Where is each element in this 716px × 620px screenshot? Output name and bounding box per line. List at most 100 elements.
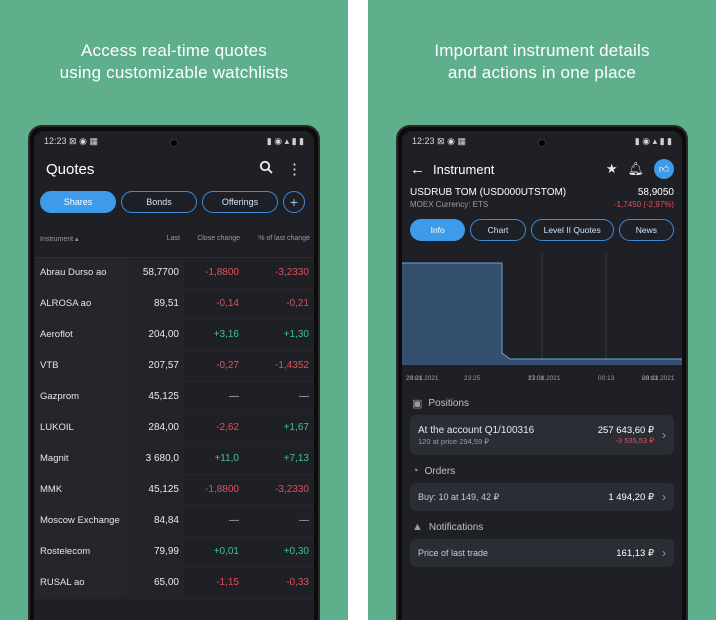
tab-level-ii-quotes[interactable]: Level II Quotes (530, 219, 614, 241)
row-pct-change: -1,4352 (244, 350, 314, 382)
left-promo-panel: Access real-time quotes using customizab… (0, 0, 348, 620)
more-vert-icon[interactable]: ⋮ (287, 160, 302, 178)
table-row[interactable]: Rostelecom 79,99 +0,01 +0,30 (34, 536, 314, 568)
left-headline-line1: Access real-time quotes (80, 41, 267, 60)
row-last: 65,00 (126, 567, 184, 599)
row-instrument: Abrau Durso ao (34, 257, 126, 289)
instrument-price: 58,9050 (637, 187, 674, 198)
left-headline-line2: using customizable watchlists (59, 63, 289, 82)
sort-arrow-icon: ▴ (75, 235, 79, 243)
table-row[interactable]: Gazprom 45,125 — — (34, 381, 314, 413)
left-headline: Access real-time quotes using customizab… (0, 40, 348, 84)
position-card[interactable]: At the account Q1/100316 120 at price 29… (410, 415, 674, 455)
tab-chart[interactable]: Chart (470, 219, 526, 241)
row-close-change: +3,16 (184, 319, 244, 351)
chevron-right-icon: › (662, 490, 666, 504)
phone-frame-instrument: 12:23 ⊠ ◉ ▦ ▮ ◉ ▴ ▮ ▮ ← Instrument ★ 🔔︎ … (396, 125, 688, 620)
col-header-last[interactable]: Last (126, 221, 184, 258)
right-headline-line1: Important instrument details (434, 41, 650, 60)
row-close-change: -0,14 (184, 288, 244, 320)
notification-card[interactable]: Price of last trade 161,13 ₽ › (410, 539, 674, 567)
row-close-change: +0,01 (184, 536, 244, 568)
table-row[interactable]: ALROSA ao 89,51 -0,14 -0,21 (34, 288, 314, 320)
back-arrow-icon[interactable]: ← (410, 161, 425, 178)
tab-news[interactable]: News (618, 219, 675, 241)
orders-title: Orders (424, 465, 456, 477)
row-last: 58,7700 (126, 257, 184, 289)
table-row[interactable]: RUSAL ao 65,00 -1,15 -0,33 (34, 567, 314, 599)
order-text: Buy: 10 at 149, 42 ₽ (418, 491, 500, 502)
chip-offerings[interactable]: Offerings (202, 191, 278, 213)
chip-shares[interactable]: Shares (40, 191, 116, 213)
chevron-right-icon: › (662, 546, 666, 560)
thumbs-up-icon[interactable]: 👍︎ (654, 159, 674, 179)
watchlist-chips: Shares Bonds Offerings + (34, 187, 314, 217)
chart-x-ticks: 23:23 20.01.2021 23:25 17:00 23.01.2021 00… (406, 375, 675, 382)
col-header-close-change[interactable]: Close change (184, 221, 244, 258)
notifications-section-title: ▲ Notifications (402, 515, 682, 539)
table-row[interactable]: Magnit 3 680,0 +11,0 +7,13 (34, 443, 314, 475)
bell-icon[interactable]: 🔔︎ (627, 161, 644, 177)
row-instrument: Aeroflot (34, 319, 126, 351)
table-row[interactable]: LUKOIL 284,00 -2,62 +1,67 (34, 412, 314, 444)
row-pct-change: -3,2330 (244, 257, 314, 289)
col-header-instrument[interactable]: Instrument ▴ (34, 221, 126, 258)
row-instrument: Magnit (34, 443, 126, 475)
favorite-star-icon[interactable]: ★ (606, 161, 618, 177)
phone-frame-quotes: 12:23 ⊠ ◉ ▦ ▮ ◉ ▴ ▮ ▮ Quotes ⋮ Shares Bo… (28, 125, 320, 620)
position-detail: 120 at price 294,59 ₽ (418, 436, 490, 446)
row-instrument: RUSAL ao (34, 567, 126, 599)
row-last: 207,57 (126, 350, 184, 382)
camera-icon (170, 139, 178, 147)
instrument-name: USDRUB TOM (USD000UTSTOM) (410, 187, 567, 198)
row-instrument: VTB (34, 350, 126, 382)
quotes-app-bar: Quotes ⋮ (34, 151, 314, 187)
position-value: 257 643,60 ₽ (597, 425, 654, 436)
row-last: 79,99 (126, 536, 184, 568)
status-time: 12:23 (44, 135, 67, 146)
position-change: -3 535,53 ₽ (615, 436, 654, 445)
table-row[interactable]: Abrau Durso ao 58,7700 -1,8800 -3,2330 (34, 257, 314, 289)
instrument-tabs: Info Chart Level II Quotes News (402, 209, 682, 247)
camera-icon (538, 139, 546, 147)
row-close-change: -2,62 (184, 412, 244, 444)
row-close-change: -1,8800 (184, 257, 244, 289)
briefcase-icon: ▣ (412, 397, 423, 410)
table-row[interactable]: Aeroflot 204,00 +3,16 +1,30 (34, 319, 314, 351)
search-icon[interactable] (259, 160, 273, 178)
price-chart-svg (402, 253, 682, 365)
tab-info[interactable]: Info (410, 219, 466, 241)
row-pct-change: +1,30 (244, 319, 314, 351)
chip-bonds[interactable]: Bonds (121, 191, 197, 213)
table-row[interactable]: VTB 207,57 -0,27 -1,4352 (34, 350, 314, 382)
table-row[interactable]: Moscow Exchange 84,84 — — (34, 505, 314, 537)
status-right-icons: ▮ ◉ ▴ ▮ ▮ (266, 135, 304, 146)
row-last: 284,00 (126, 412, 184, 444)
status-right-icons: ▮ ◉ ▴ ▮ ▮ (634, 135, 672, 146)
page-title: Quotes (46, 160, 95, 178)
row-pct-change: — (244, 381, 314, 413)
right-headline: Important instrument details and actions… (368, 40, 716, 84)
row-close-change: +11,0 (184, 443, 244, 475)
right-promo-panel: Important instrument details and actions… (368, 0, 716, 620)
row-close-change: -0,27 (184, 350, 244, 382)
status-left-icons: ⊠ ◉ ▦ (69, 135, 98, 146)
positions-section-title: ▣ Positions (402, 391, 682, 415)
quotes-header-row: Instrument ▴ Last Close change % of last… (34, 221, 314, 258)
row-pct-change: +7,13 (244, 443, 314, 475)
row-close-change: — (184, 381, 244, 413)
price-chart[interactable] (402, 253, 682, 371)
position-account: At the account Q1/100316 (418, 424, 535, 436)
row-pct-change: -0,21 (244, 288, 314, 320)
order-value: 1 494,20 ₽ (608, 491, 654, 503)
table-row[interactable]: MMK 45,125 -1,8800 -3,2330 (34, 474, 314, 506)
add-watchlist-icon[interactable]: + (283, 191, 305, 213)
instrument-app-bar: ← Instrument ★ 🔔︎ 👍︎ (402, 151, 682, 187)
quotes-screen: 12:23 ⊠ ◉ ▦ ▮ ◉ ▴ ▮ ▮ Quotes ⋮ Shares Bo… (34, 131, 314, 620)
row-close-change: — (184, 505, 244, 537)
panel-divider (348, 0, 368, 620)
col-header-pct-change[interactable]: % of last change (244, 221, 314, 258)
order-card[interactable]: Buy: 10 at 149, 42 ₽ 1 494,20 ₽ › (410, 483, 674, 511)
notification-value: 161,13 ₽ (616, 547, 654, 559)
row-instrument: ALROSA ao (34, 288, 126, 320)
